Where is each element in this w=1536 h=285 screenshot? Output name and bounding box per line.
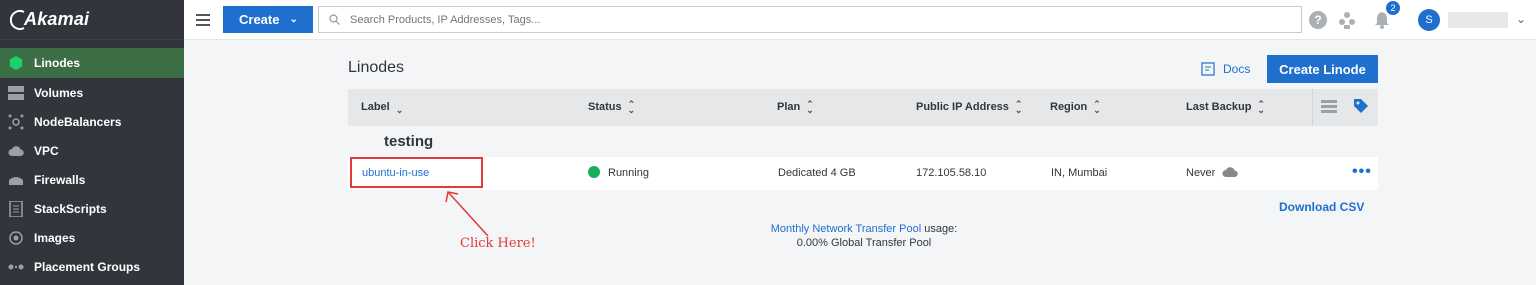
sidebar-item-label: Placement Groups: [34, 259, 141, 274]
create-button[interactable]: Create ⌄: [223, 6, 313, 33]
transfer-pool-value: 0.00% Global Transfer Pool: [796, 237, 932, 249]
sort-icon: ⌃ ⌄: [627, 99, 636, 115]
sidebar-item-placement-groups[interactable]: Placement Groups: [0, 252, 184, 281]
sidebar-item-label: Linodes: [34, 56, 81, 70]
sort-icon: ⌃ ⌄: [806, 99, 814, 115]
sidebar-item-linodes[interactable]: Linodes: [0, 48, 184, 78]
sidebar-item-label: VPC: [34, 143, 59, 158]
volume-icon: [8, 85, 24, 101]
script-icon: [8, 200, 24, 217]
placement-icon: [8, 259, 24, 275]
sidebar-item-images[interactable]: Images: [0, 223, 184, 252]
brand-name: Akamai: [24, 9, 90, 29]
annotation-text: Click Here!: [460, 236, 536, 251]
row-actions-menu-icon[interactable]: •••: [1352, 163, 1372, 181]
app: Akamai Linodes Volumes NodeBalancers VPC: [0, 0, 1536, 285]
chevron-down-icon: ⌄: [289, 14, 298, 25]
status-running-indicator: [588, 166, 600, 179]
group-by-icon[interactable]: [1321, 99, 1337, 115]
table-row: ubuntu-in-use Running Dedicated 4 GB 172…: [348, 157, 1378, 190]
column-header-status[interactable]: Status ⌃ ⌄: [588, 99, 636, 115]
column-header-plan[interactable]: Plan ⌃ ⌄: [777, 99, 814, 115]
sidebar: Akamai Linodes Volumes NodeBalancers VPC: [0, 0, 184, 285]
sort-icon: ⌃ ⌄: [1014, 99, 1023, 115]
menu-icon[interactable]: [196, 14, 210, 26]
status-cell: Running: [588, 166, 649, 179]
avatar[interactable]: S: [1418, 9, 1440, 31]
search-input[interactable]: [350, 13, 1250, 26]
annotation-arrow-icon: [445, 191, 489, 237]
search-icon: [329, 14, 340, 25]
image-icon: [8, 230, 24, 246]
sort-down-icon: ⌄: [395, 105, 404, 115]
sidebar-item-stackscripts[interactable]: StackScripts: [0, 194, 184, 223]
akamai-logo[interactable]: Akamai: [0, 0, 184, 40]
username-redacted[interactable]: [1448, 12, 1508, 28]
sidebar-item-label: StackScripts: [34, 201, 107, 216]
sidebar-item-volumes[interactable]: Volumes: [0, 78, 184, 107]
sidebar-item-nodebalancers[interactable]: NodeBalancers: [0, 107, 184, 136]
column-header-region[interactable]: Region ⌃ ⌄: [1050, 99, 1101, 115]
top-bar: Create ⌄ ? 2 S ⌄: [184, 0, 1536, 40]
cloud-backup-icon[interactable]: [1222, 167, 1239, 178]
vpc-cloud-icon: [8, 143, 24, 159]
tag-icon[interactable]: [1353, 98, 1369, 114]
column-header-ip[interactable]: Public IP Address ⌃ ⌄: [916, 99, 1023, 115]
column-header-label[interactable]: Label ⌄: [361, 101, 404, 115]
transfer-pool-link[interactable]: Monthly Network Transfer Pool: [771, 223, 921, 235]
docs-link[interactable]: Docs: [1201, 62, 1250, 76]
page-title: Linodes: [348, 59, 405, 76]
backup-cell: Never: [1186, 167, 1239, 179]
transfer-pool-info: Monthly Network Transfer Pool usage: 0.0…: [770, 223, 958, 249]
chevron-down-icon[interactable]: ⌄: [1516, 12, 1526, 26]
sidebar-item-label: Images: [34, 230, 76, 245]
search-bar[interactable]: [318, 6, 1302, 33]
download-csv-link[interactable]: Download CSV: [1279, 200, 1364, 214]
ip-cell[interactable]: 172.105.58.10: [916, 167, 986, 179]
hexagon-icon: [8, 55, 24, 71]
create-linode-button[interactable]: Create Linode: [1267, 55, 1378, 83]
sidebar-item-label: NodeBalancers: [34, 114, 122, 129]
plan-cell: Dedicated 4 GB: [778, 167, 856, 179]
nodebalancer-icon: [8, 114, 24, 130]
group-label: testing: [384, 133, 434, 150]
table-header: Label ⌄ Status ⌃ ⌄ Plan ⌃ ⌄ Public IP Addr…: [348, 89, 1378, 126]
sort-icon: ⌃ ⌄: [1093, 99, 1101, 115]
highlight-box: [350, 157, 483, 188]
sidebar-item-label: Volumes: [34, 85, 84, 100]
sidebar-item-vpc[interactable]: VPC: [0, 136, 184, 165]
sidebar-item-firewalls[interactable]: Firewalls: [0, 165, 184, 194]
region-cell: IN, Mumbai: [1051, 167, 1108, 179]
community-icon[interactable]: [1338, 11, 1356, 29]
docs-label: Docs: [1223, 62, 1251, 76]
notification-badge: 2: [1386, 1, 1400, 15]
firewall-icon: [8, 172, 24, 188]
create-button-label: Create: [239, 12, 280, 27]
sidebar-item-label: Firewalls: [34, 172, 86, 187]
column-header-backup[interactable]: Last Backup ⌃ ⌄: [1186, 99, 1265, 115]
help-icon[interactable]: ?: [1309, 11, 1327, 29]
sort-icon: ⌃ ⌄: [1257, 99, 1265, 115]
table-actions-header: [1312, 89, 1378, 126]
docs-icon: [1201, 62, 1215, 76]
